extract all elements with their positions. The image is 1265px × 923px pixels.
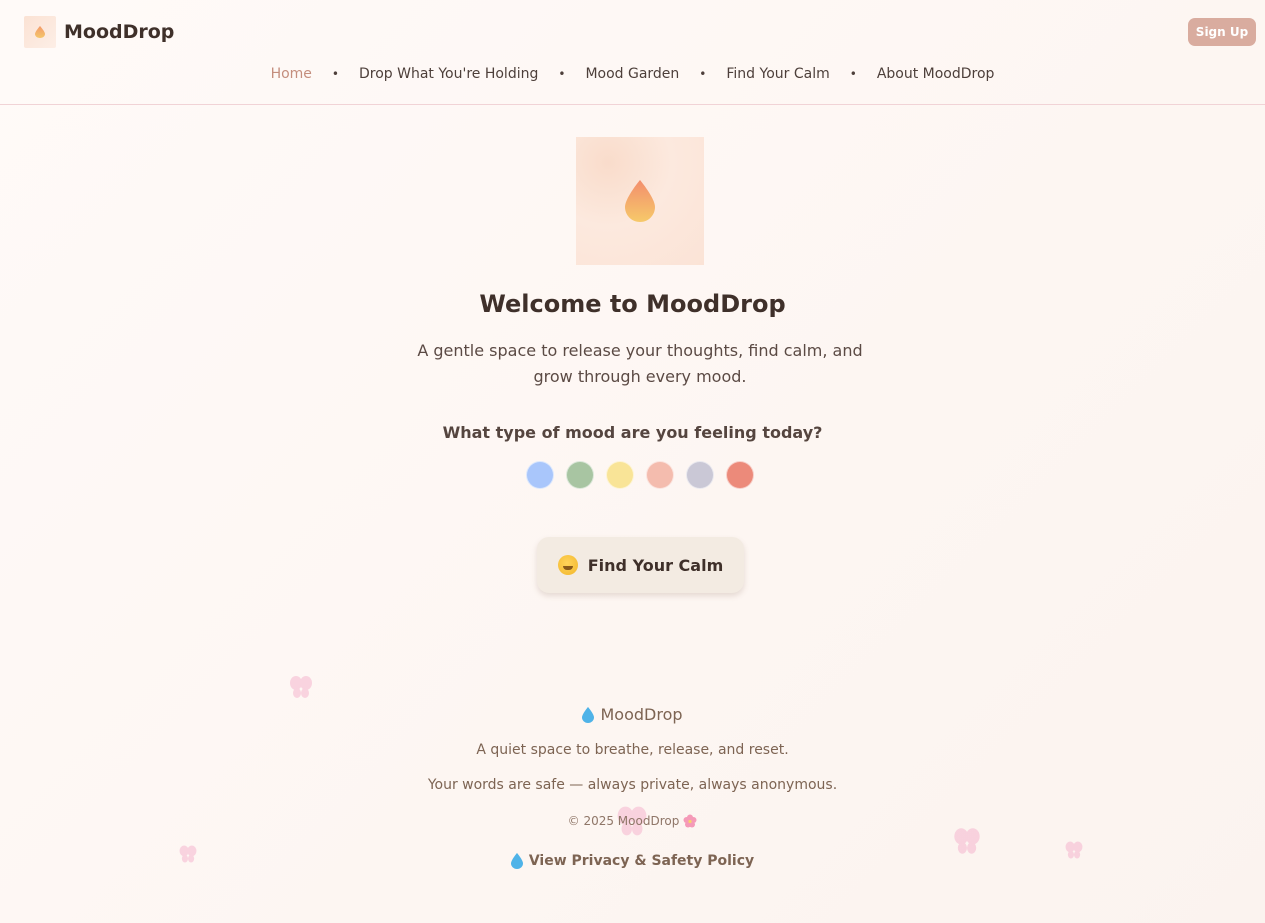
nav-separator: • <box>699 67 707 81</box>
nav-item-drop-what-youre-holding[interactable]: Drop What You're Holding <box>359 66 538 82</box>
butterfly-decoration-icon <box>290 676 312 698</box>
copyright-text: © 2025 MoodDrop <box>567 814 680 828</box>
footer-brand-name: MoodDrop <box>600 705 683 724</box>
nav-separator: • <box>849 67 857 81</box>
mood-color-blue[interactable] <box>526 461 554 489</box>
nav-separator: • <box>558 67 566 81</box>
mood-color-coral[interactable] <box>726 461 754 489</box>
mood-color-lavender[interactable] <box>686 461 714 489</box>
find-your-calm-label: Find Your Calm <box>587 555 724 575</box>
hugging-face-icon <box>557 555 578 575</box>
nav-item-about-mooddrop[interactable]: About MoodDrop <box>877 66 995 82</box>
tagline: A gentle space to release your thoughts,… <box>417 341 863 386</box>
page-title: Welcome to MoodDrop <box>479 290 786 318</box>
sign-up-button[interactable]: Sign Up <box>1188 18 1256 46</box>
privacy-policy-link[interactable]: View Privacy & Safety Policy <box>0 853 1265 869</box>
drop-icon <box>625 180 655 222</box>
site-header: MoodDrop Sign Up Home • Drop What You're… <box>0 0 1265 105</box>
brand[interactable]: MoodDrop <box>24 16 174 48</box>
footer-tagline: A quiet space to breathe, release, and r… <box>476 742 789 758</box>
mood-color-yellow[interactable] <box>606 461 634 489</box>
mood-color-picker <box>526 461 754 489</box>
nav-item-mood-garden[interactable]: Mood Garden <box>585 66 679 82</box>
nav-separator: • <box>331 67 339 81</box>
water-drop-icon <box>582 706 595 723</box>
nav-item-find-your-calm[interactable]: Find Your Calm <box>726 66 829 82</box>
find-your-calm-button[interactable]: Find Your Calm <box>537 537 744 593</box>
drop-logo-icon <box>24 16 56 48</box>
mood-question: What type of mood are you feeling today? <box>442 423 823 442</box>
cherry-blossom-icon <box>683 814 697 828</box>
copyright: © 2025 MoodDrop <box>0 814 1265 828</box>
mood-color-peach[interactable] <box>646 461 674 489</box>
nav-item-home[interactable]: Home <box>271 66 312 82</box>
main-nav: Home • Drop What You're Holding • Mood G… <box>0 62 1265 86</box>
footer-brand: MoodDrop <box>0 705 1265 724</box>
footer-privacy-note: Your words are safe — always private, al… <box>427 777 838 793</box>
hero-drop-image <box>576 137 704 265</box>
privacy-policy-label: View Privacy & Safety Policy <box>528 853 755 869</box>
mood-color-green[interactable] <box>566 461 594 489</box>
brand-name: MoodDrop <box>64 21 175 43</box>
butterfly-decoration-icon <box>954 828 980 854</box>
water-drop-icon <box>510 853 523 869</box>
